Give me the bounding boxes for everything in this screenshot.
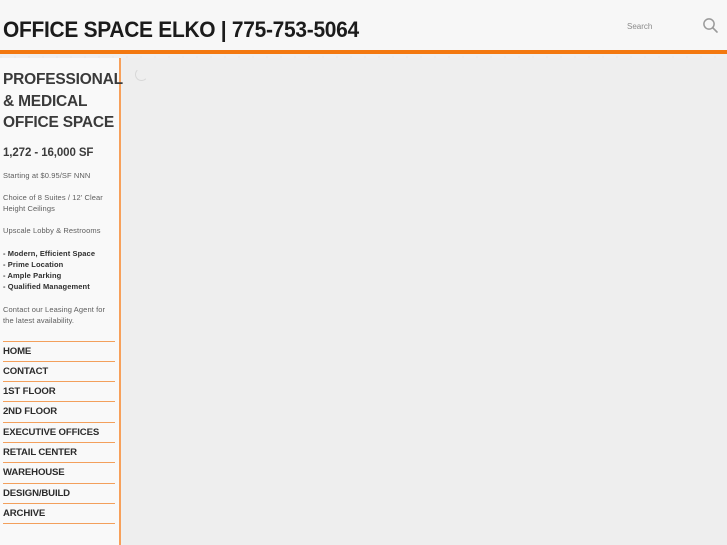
sidebar-item-executive-offices[interactable]: EXECUTIVE OFFICES bbox=[3, 423, 115, 443]
search-input[interactable] bbox=[627, 18, 697, 34]
sidebar-item-design-build[interactable]: DESIGN/BUILD bbox=[3, 484, 115, 504]
page-root: OFFICE SPACE ELKO | 775-753-5064 PROFESS… bbox=[0, 0, 727, 545]
sidebar-item-contact[interactable]: CONTACT bbox=[3, 362, 115, 383]
size-range-text: 1,272 - 16,000 SF bbox=[3, 146, 94, 159]
sidebar-item-home[interactable]: HOME bbox=[3, 342, 115, 362]
sidebar-item-2nd-floor[interactable]: 2ND FLOOR bbox=[3, 402, 115, 423]
feature-item: - Qualified Management bbox=[3, 281, 90, 291]
search-area bbox=[627, 14, 727, 40]
features-list: - Modern, Efficient Space - Prime Locati… bbox=[3, 248, 115, 292]
feature-item: - Ample Parking bbox=[3, 270, 62, 280]
pricing-text: Starting at $0.95/SF NNN bbox=[3, 170, 91, 180]
feature-item: - Prime Location bbox=[3, 259, 64, 269]
sidebar-nav: HOME CONTACT 1ST FLOOR 2ND FLOOR EXECUTI… bbox=[3, 340, 115, 525]
sidebar-item-archive[interactable]: ARCHIVE bbox=[3, 504, 115, 525]
suites-text: Choice of 8 Suites / 12' Clear Height Ce… bbox=[3, 192, 103, 213]
page-title: OFFICE SPACE ELKO | 775-753-5064 bbox=[3, 17, 359, 42]
site-header: OFFICE SPACE ELKO | 775-753-5064 bbox=[0, 0, 727, 54]
sidebar-item-retail-center[interactable]: RETAIL CENTER bbox=[3, 443, 115, 464]
sidebar: PROFESSIONAL & MEDICAL OFFICE SPACE 1,27… bbox=[0, 58, 123, 545]
loading-spinner-icon bbox=[135, 68, 148, 81]
contact-text: Contact our Leasing Agent for the latest… bbox=[3, 304, 106, 325]
lobby-text: Upscale Lobby & Restrooms bbox=[3, 225, 101, 235]
sidebar-heading: PROFESSIONAL & MEDICAL OFFICE SPACE bbox=[3, 69, 123, 134]
sidebar-heading-line-3: OFFICE SPACE bbox=[3, 114, 114, 131]
feature-item: - Modern, Efficient Space bbox=[3, 248, 96, 258]
sidebar-heading-line-1: PROFESSIONAL bbox=[3, 71, 123, 88]
sidebar-item-1st-floor[interactable]: 1ST FLOOR bbox=[3, 382, 115, 403]
sidebar-heading-line-2: & MEDICAL bbox=[3, 92, 88, 110]
sidebar-item-warehouse[interactable]: WAREHOUSE bbox=[3, 463, 115, 484]
search-icon[interactable] bbox=[702, 17, 719, 34]
main-content bbox=[123, 58, 727, 545]
